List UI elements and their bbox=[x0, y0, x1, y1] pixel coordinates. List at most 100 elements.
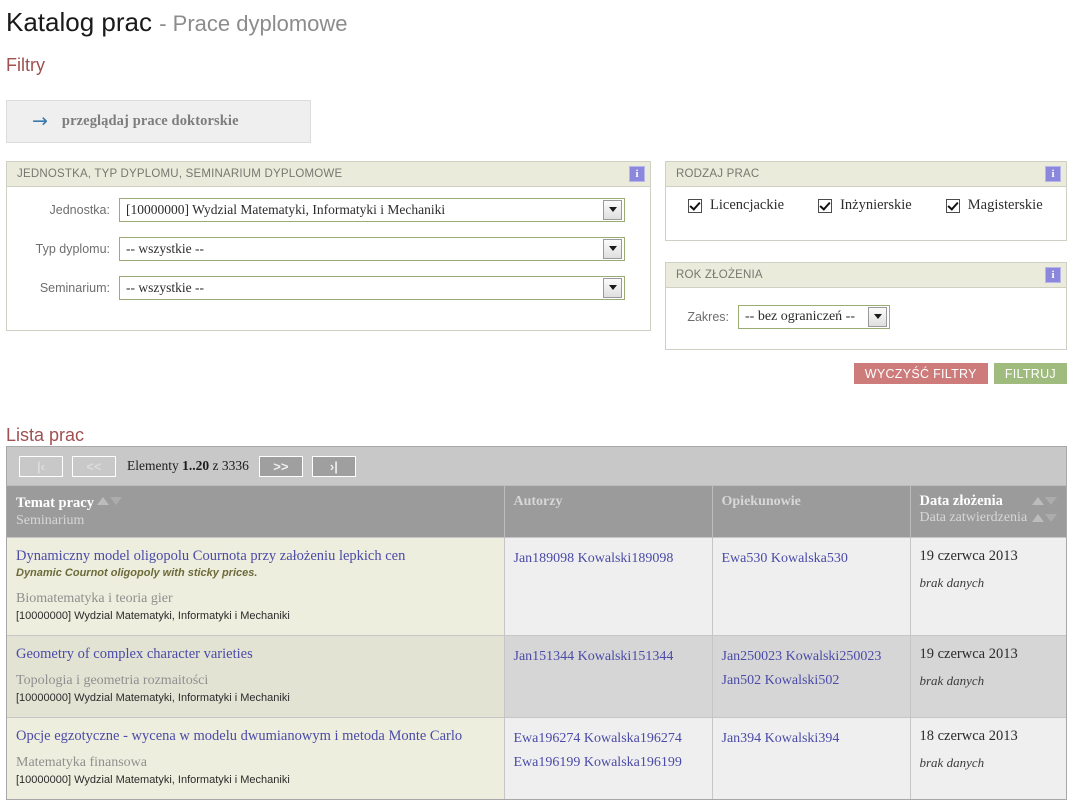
author-link[interactable]: Ewa196199 Kowalska196199 bbox=[514, 751, 703, 775]
checkbox-inzynierskie[interactable]: Inżynierskie bbox=[818, 197, 912, 214]
pagination-prev-button[interactable]: << bbox=[72, 455, 116, 477]
select-seminarium[interactable]: -- wszystkie -- bbox=[119, 275, 625, 300]
filter-panel-year-title: ROK ZŁOŻENIA bbox=[676, 269, 763, 281]
thesis-seminar: Matematyka finansowa bbox=[16, 755, 148, 770]
column-header-temat-pracy[interactable]: Temat pracy Seminarium bbox=[7, 485, 504, 538]
list-heading: Lista prac bbox=[6, 425, 85, 445]
filter-panel-thesis-kind-title: RODZAJ PRAC bbox=[676, 168, 760, 180]
pagination-info-prefix: Elementy bbox=[127, 458, 179, 473]
checkbox-magisterskie[interactable]: Magisterskie bbox=[945, 197, 1043, 214]
filter-panel-thesis-kind: RODZAJ PRAC i Licencjackie Inżynierskie … bbox=[665, 161, 1067, 241]
thesis-title-link[interactable]: Geometry of complex character varieties bbox=[16, 645, 495, 663]
info-icon[interactable]: i bbox=[1045, 166, 1061, 182]
table-row: Geometry of complex character varieties … bbox=[7, 635, 1066, 718]
filter-panel-year-header: ROK ZŁOŻENIA i bbox=[666, 263, 1066, 288]
date-submitted: 19 czerwca 2013 bbox=[919, 646, 1018, 662]
checkbox-licencjackie[interactable]: Licencjackie bbox=[688, 197, 784, 214]
page-title: Katalog prac - Prace dyplomowe bbox=[6, 6, 1073, 40]
column-header-seminarium-label: Seminarium bbox=[16, 513, 85, 528]
cell-supervisors: Jan394 Kowalski394 bbox=[711, 717, 910, 799]
cell-dates: 19 czerwca 2013 brak danych bbox=[909, 635, 1066, 718]
thesis-alt-title: Dynamic Cournot oligopoly with sticky pr… bbox=[16, 567, 258, 579]
sort-arrows-icon[interactable] bbox=[97, 493, 122, 508]
clear-filters-button[interactable]: WYCZYŚĆ FILTRY bbox=[853, 363, 988, 384]
cell-topic: Geometry of complex character varieties … bbox=[7, 635, 504, 718]
thesis-title-link[interactable]: Opcje egzotyczne - wycena w modelu dwumi… bbox=[16, 727, 495, 745]
info-icon[interactable]: i bbox=[629, 166, 645, 182]
column-header-autorzy: Autorzy bbox=[503, 485, 712, 538]
filter-panel-year-body: Zakres: -- bez ograniczeń -- bbox=[666, 288, 1066, 341]
supervisor-link[interactable]: Jan502 Kowalski502 bbox=[722, 669, 901, 693]
cell-topic: Opcje egzotyczne - wycena w modelu dwumi… bbox=[7, 717, 504, 799]
label-seminarium: Seminarium: bbox=[39, 280, 110, 295]
field-row-jednostka: Jednostka: [10000000] Wydzial Matematyki… bbox=[7, 195, 650, 224]
cell-supervisors: Jan250023 Kowalski250023 Jan502 Kowalski… bbox=[711, 635, 910, 718]
filter-panel-year: ROK ZŁOŻENIA i Zakres: -- bez ograniczeń… bbox=[665, 262, 1067, 350]
select-jednostka[interactable]: [10000000] Wydzial Matematyki, Informaty… bbox=[119, 197, 625, 222]
browse-doctoral-theses-label: przeglądaj prace doktorskie bbox=[61, 113, 239, 129]
apply-filter-button[interactable]: FILTRUJ bbox=[993, 363, 1067, 384]
cell-dates: 19 czerwca 2013 brak danych bbox=[909, 537, 1066, 636]
select-jednostka-value: [10000000] Wydzial Matematyki, Informaty… bbox=[126, 201, 446, 217]
checkbox-licencjackie-box[interactable] bbox=[688, 198, 702, 213]
filters-heading: Filtry bbox=[6, 55, 45, 75]
checkbox-inzynierskie-box[interactable] bbox=[818, 198, 833, 213]
chevron-down-icon[interactable] bbox=[868, 306, 887, 327]
select-zakres-value: -- bez ograniczeń -- bbox=[745, 308, 855, 324]
author-link[interactable]: Ewa196274 Kowalska196274 bbox=[514, 727, 703, 751]
thesis-title-link[interactable]: Dynamiczny model oligopolu Cournota przy… bbox=[16, 547, 495, 565]
thesis-kind-checkbox-group: Licencjackie Inżynierskie Magisterskie bbox=[666, 187, 1066, 214]
cell-authors: Jan151344 Kowalski151344 bbox=[503, 635, 712, 718]
browse-doctoral-theses-button[interactable]: → przeglądaj prace doktorskie bbox=[6, 100, 311, 143]
column-header-autorzy-label: Autorzy bbox=[513, 494, 563, 509]
label-typ-dyplomu: Typ dyplomu: bbox=[35, 241, 110, 256]
sort-arrows-icon[interactable] bbox=[1032, 493, 1057, 508]
pagination-info-middle: z bbox=[212, 458, 219, 473]
results-list: |‹ << Elementy 1..20 z 3336 >> ›| Temat … bbox=[6, 446, 1067, 800]
cell-authors: Ewa196274 Kowalska196274 Ewa196199 Kowal… bbox=[503, 717, 712, 799]
chevron-down-icon[interactable] bbox=[603, 238, 622, 259]
date-approved: brak danych bbox=[919, 755, 985, 770]
pagination-bar: |‹ << Elementy 1..20 z 3336 >> ›| bbox=[7, 447, 1066, 485]
supervisor-link[interactable]: Ewa530 Kowalska530 bbox=[722, 547, 901, 571]
pagination-last-button[interactable]: ›| bbox=[311, 455, 356, 477]
checkbox-licencjackie-label: Licencjackie bbox=[710, 197, 785, 213]
date-submitted: 19 czerwca 2013 bbox=[919, 548, 1018, 564]
supervisor-link[interactable]: Jan250023 Kowalski250023 bbox=[722, 645, 901, 669]
pagination-info: Elementy 1..20 z 3336 bbox=[127, 458, 249, 474]
chevron-down-icon[interactable] bbox=[603, 199, 622, 220]
chevron-down-icon[interactable] bbox=[603, 277, 622, 298]
info-icon[interactable]: i bbox=[1045, 267, 1061, 283]
label-jednostka: Jednostka: bbox=[49, 202, 110, 217]
column-header-daty[interactable]: Data złożenia Data zatwierdzenia bbox=[909, 485, 1066, 538]
pagination-first-button[interactable]: |‹ bbox=[19, 455, 63, 477]
results-table: Temat pracy Seminarium Autorzy Opiekunow… bbox=[7, 485, 1066, 799]
thesis-unit: [10000000] Wydzial Matematyki, Informaty… bbox=[16, 692, 290, 704]
field-row-seminarium: Seminarium: -- wszystkie -- bbox=[7, 273, 650, 302]
column-header-data-zatwierdzenia-label: Data zatwierdzenia bbox=[919, 510, 1028, 525]
filter-panel-unit-body: Jednostka: [10000000] Wydzial Matematyki… bbox=[7, 187, 650, 312]
column-header-temat-pracy-label: Temat pracy bbox=[16, 495, 94, 511]
thesis-unit: [10000000] Wydzial Matematyki, Informaty… bbox=[16, 774, 290, 786]
author-link[interactable]: Jan189098 Kowalski189098 bbox=[514, 547, 703, 571]
supervisor-link[interactable]: Jan394 Kowalski394 bbox=[722, 727, 901, 751]
page-title-main: Katalog prac bbox=[6, 7, 152, 37]
date-approved: brak danych bbox=[919, 673, 985, 688]
select-typ-dyplomu[interactable]: -- wszystkie -- bbox=[119, 236, 625, 261]
checkbox-magisterskie-label: Magisterskie bbox=[967, 197, 1043, 213]
cell-dates: 18 czerwca 2013 brak danych bbox=[909, 717, 1066, 799]
checkbox-magisterskie-box[interactable] bbox=[945, 198, 960, 213]
date-submitted: 18 czerwca 2013 bbox=[919, 728, 1018, 744]
pagination-range: 1..20 bbox=[182, 458, 210, 473]
thesis-unit: [10000000] Wydzial Matematyki, Informaty… bbox=[16, 610, 290, 622]
select-typ-dyplomu-value: -- wszystkie -- bbox=[126, 240, 204, 256]
table-row: Opcje egzotyczne - wycena w modelu dwumi… bbox=[7, 717, 1066, 799]
cell-topic: Dynamiczny model oligopolu Cournota przy… bbox=[7, 537, 504, 636]
select-zakres[interactable]: -- bez ograniczeń -- bbox=[738, 304, 890, 329]
field-row-zakres: Zakres: -- bez ograniczeń -- bbox=[666, 302, 1066, 331]
sort-arrows-icon[interactable] bbox=[1032, 510, 1057, 525]
author-link[interactable]: Jan151344 Kowalski151344 bbox=[514, 645, 703, 669]
field-row-typ-dyplomu: Typ dyplomu: -- wszystkie -- bbox=[7, 234, 650, 263]
pagination-next-button[interactable]: >> bbox=[258, 455, 303, 477]
filter-panel-unit: JEDNOSTKA, TYP DYPLOMU, SEMINARIUM DYPLO… bbox=[6, 161, 651, 331]
